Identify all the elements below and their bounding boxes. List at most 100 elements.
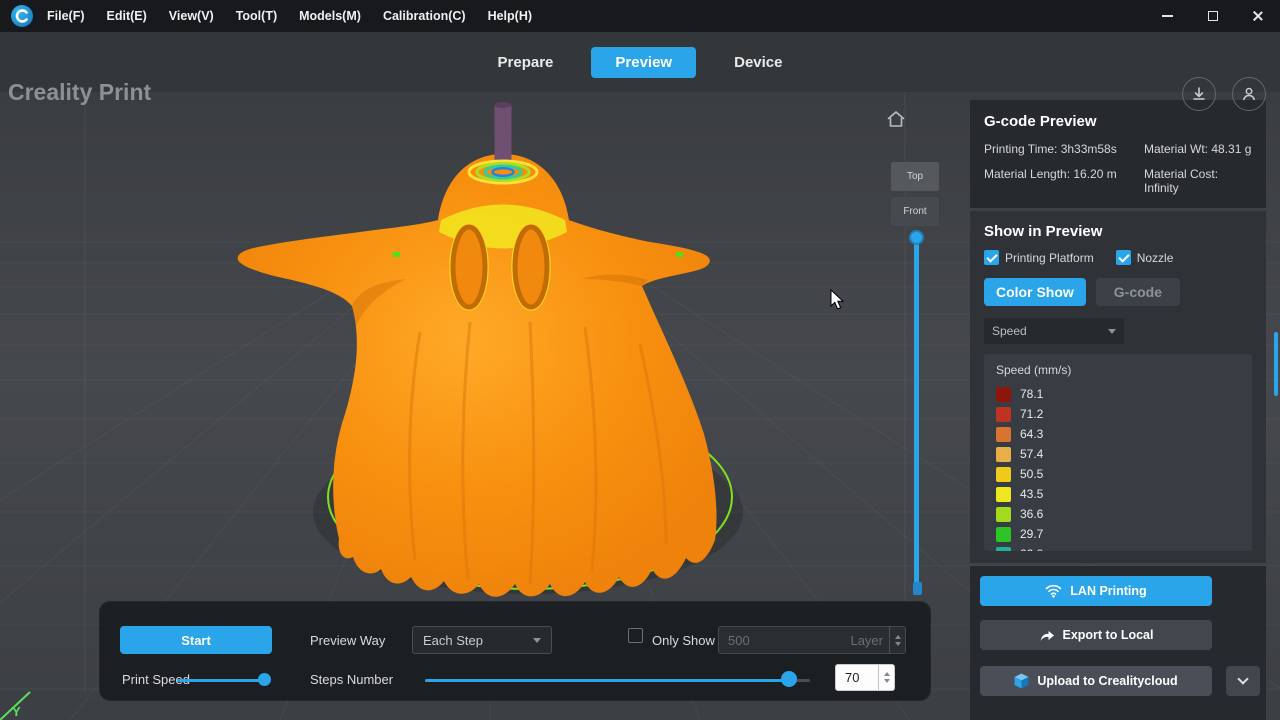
ghost-model[interactable] xyxy=(238,102,717,597)
only-show-checkbox[interactable] xyxy=(628,628,643,643)
color-show-tab[interactable]: Color Show xyxy=(984,278,1086,306)
menu-edit[interactable]: Edit(E) xyxy=(107,9,147,23)
layer-spinner[interactable] xyxy=(889,627,905,653)
close-button[interactable] xyxy=(1235,0,1280,32)
more-actions-button[interactable] xyxy=(1226,666,1260,696)
wifi-icon xyxy=(1045,584,1062,598)
legend-value: 50.5 xyxy=(1020,467,1043,481)
material-weight-stat: Material Wt: 48.31 g xyxy=(1144,142,1252,156)
printing-platform-checkbox[interactable] xyxy=(984,250,999,265)
gcode-tab[interactable]: G-code xyxy=(1096,278,1180,306)
legend-value: 36.6 xyxy=(1020,507,1043,521)
print-speed-slider[interactable] xyxy=(177,672,269,688)
tab-device[interactable]: Device xyxy=(734,54,782,71)
legend-value: 43.5 xyxy=(1020,487,1043,501)
legend-value: 29.7 xyxy=(1020,527,1043,541)
home-view-icon[interactable] xyxy=(886,110,906,128)
tab-prepare[interactable]: Prepare xyxy=(498,54,554,71)
menu-tool[interactable]: Tool(T) xyxy=(236,9,277,23)
lan-printing-button[interactable]: LAN Printing xyxy=(980,576,1212,606)
menu-file[interactable]: File(F) xyxy=(47,9,85,23)
layer-slider[interactable] xyxy=(909,230,925,596)
creality-print-app: File(F) Edit(E) View(V) Tool(T) Models(M… xyxy=(0,0,1280,720)
nozzle-checkbox[interactable] xyxy=(1116,250,1131,265)
export-to-local-button[interactable]: Export to Local xyxy=(980,620,1212,650)
legend-row: 22.8 xyxy=(996,544,1240,551)
color-swatch xyxy=(996,447,1011,462)
print-speed-slider-handle[interactable] xyxy=(258,673,271,686)
minimize-button[interactable] xyxy=(1145,0,1190,32)
menu-help[interactable]: Help(H) xyxy=(488,9,532,23)
legend-row: 36.6 xyxy=(996,504,1240,524)
steps-value-input[interactable] xyxy=(836,670,878,685)
steps-spinner[interactable] xyxy=(878,665,894,690)
axis-indicator: Y xyxy=(0,692,30,720)
preview-way-dropdown[interactable]: Each Step xyxy=(412,626,552,654)
user-icon xyxy=(1241,86,1257,102)
color-scheme-value: Speed xyxy=(992,324,1027,338)
steps-number-slider[interactable] xyxy=(425,672,810,688)
layer-slider-handle[interactable] xyxy=(909,230,924,245)
account-button[interactable] xyxy=(1232,77,1266,111)
legend-row: 78.1 xyxy=(996,384,1240,404)
material-length-stat: Material Length: 16.20 m xyxy=(984,167,1144,195)
wick-cylinder xyxy=(495,104,512,168)
speed-legend: Speed (mm/s) 78.1 71.2 64.3 57.4 50.5 43… xyxy=(984,354,1252,551)
legend-row: 64.3 xyxy=(996,424,1240,444)
preview-way-value: Each Step xyxy=(423,633,483,648)
axis-label: Y xyxy=(12,704,21,719)
color-mode-tabs: Color Show G-code xyxy=(984,278,1252,306)
menu-view[interactable]: View(V) xyxy=(169,9,214,23)
layer-suffix-label: Layer xyxy=(850,633,883,648)
legend-value: 22.8 xyxy=(1020,547,1043,551)
header: Creality Print Prepare Preview Device xyxy=(0,32,1280,92)
printing-platform-option: Printing Platform xyxy=(984,250,1094,265)
nozzle-label: Nozzle xyxy=(1137,251,1174,265)
color-swatch xyxy=(996,527,1011,542)
header-icons xyxy=(1182,77,1266,111)
chevron-down-icon xyxy=(533,638,541,643)
cloud-cube-icon xyxy=(1014,673,1029,689)
tab-preview[interactable]: Preview xyxy=(591,47,696,78)
upload-to-crealitycloud-button[interactable]: Upload to Crealitycloud xyxy=(980,666,1212,696)
gcode-preview-section: G-code Preview Printing Time: 3h33m58s M… xyxy=(970,100,1266,208)
wick-top xyxy=(495,102,512,108)
layer-slider-end[interactable] xyxy=(913,582,922,595)
window-controls xyxy=(1145,0,1280,32)
preview-way-label: Preview Way xyxy=(310,633,385,648)
color-swatch xyxy=(996,547,1011,552)
speed-legend-title: Speed (mm/s) xyxy=(996,363,1240,377)
menu-bar: File(F) Edit(E) View(V) Tool(T) Models(M… xyxy=(47,9,554,23)
legend-row: 50.5 xyxy=(996,464,1240,484)
color-swatch xyxy=(996,427,1011,442)
legend-row: 71.2 xyxy=(996,404,1240,424)
layer-slider-track[interactable] xyxy=(914,234,919,586)
preview-control-bar: Start Print Speed Preview Way Each Step … xyxy=(100,602,930,700)
view-top-button[interactable]: Top xyxy=(891,162,939,191)
menu-calibration[interactable]: Calibration(C) xyxy=(383,9,466,23)
chevron-down-icon xyxy=(1108,329,1116,334)
download-button[interactable] xyxy=(1182,77,1216,111)
titlebar: File(F) Edit(E) View(V) Tool(T) Models(M… xyxy=(0,0,1280,32)
download-icon xyxy=(1191,86,1207,102)
upload-to-crealitycloud-label: Upload to Crealitycloud xyxy=(1037,674,1177,688)
color-swatch xyxy=(996,407,1011,422)
start-button[interactable]: Start xyxy=(120,626,272,654)
legend-value: 64.3 xyxy=(1020,427,1043,441)
menu-models[interactable]: Models(M) xyxy=(299,9,361,23)
steps-number-slider-handle[interactable] xyxy=(781,671,797,687)
view-front-button[interactable]: Front xyxy=(891,197,939,226)
color-swatch xyxy=(996,487,1011,502)
preview-side-panel: G-code Preview Printing Time: 3h33m58s M… xyxy=(970,100,1266,720)
nozzle-option: Nozzle xyxy=(1116,250,1174,265)
layer-number-input[interactable] xyxy=(719,633,850,648)
right-shoulder-marker xyxy=(676,252,683,257)
minimize-icon xyxy=(1162,15,1173,17)
export-icon xyxy=(1039,629,1055,642)
panel-scrollbar[interactable] xyxy=(1274,332,1278,396)
color-scheme-dropdown[interactable]: Speed xyxy=(984,318,1124,344)
maximize-button[interactable] xyxy=(1190,0,1235,32)
legend-row: 57.4 xyxy=(996,444,1240,464)
legend-value: 71.2 xyxy=(1020,407,1043,421)
printing-time-stat: Printing Time: 3h33m58s xyxy=(984,142,1144,156)
